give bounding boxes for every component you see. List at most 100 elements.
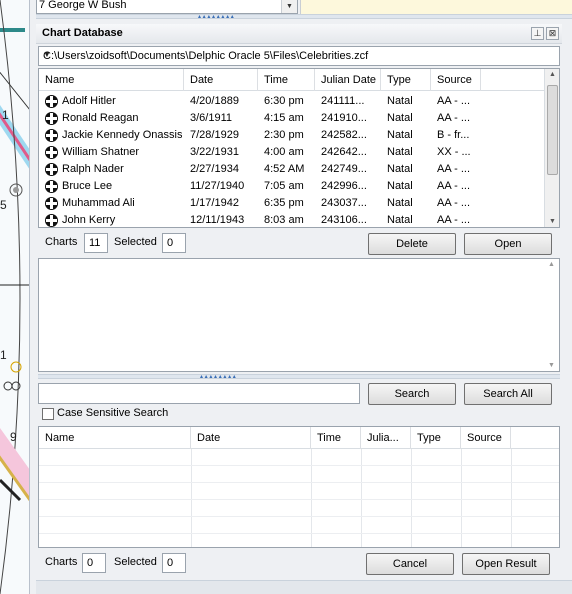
cell-julian: 242642... [321,146,367,158]
case-sensitive-checkbox[interactable] [42,408,54,420]
cell-time: 6:35 pm [264,197,304,209]
cell-time: 6:30 pm [264,95,304,107]
cell-source: AA - ... [437,163,471,175]
column-header-julian-date[interactable]: Julian Date [315,69,381,91]
cell-date: 3/22/1931 [190,146,239,158]
results-table-header: Name Date Time Julia... Type Source [39,427,559,449]
panel-title-bar: Chart Database ⊥ ⊠ [36,24,562,44]
scroll-down-icon[interactable]: ▼ [544,362,559,369]
chevron-down-icon[interactable]: ▼ [281,0,297,13]
search-input[interactable] [38,383,360,404]
cell-julian: 241910... [321,112,367,124]
open-button[interactable]: Open [464,233,552,255]
chevron-down-icon[interactable]: ▼ [43,50,555,59]
cell-date: 12/11/1943 [190,214,245,226]
cell-time: 8:03 am [264,214,304,226]
cell-julian: 243037... [321,197,367,209]
charts-table[interactable]: Name Date Time Julian Date Type Source A… [38,68,560,228]
close-icon[interactable]: ⊠ [546,27,559,40]
column-header-type[interactable]: Type [381,69,431,91]
column-header-time[interactable]: Time [311,427,361,449]
splitter-middle[interactable]: ▴ ▴ ▴ ▴ ▴ ▴ ▴ ▴ [38,374,560,380]
chart-selector-value: 7 George W Bush [39,0,127,11]
column-header-source[interactable]: Source [431,69,481,91]
result-selected-count-value: 0 [162,553,186,573]
splitter-top[interactable]: ▴ ▴ ▴ ▴ ▴ ▴ ▴ ▴ [36,14,572,20]
chart-notes-area[interactable]: ▲ ▼ [38,258,560,372]
natal-chart-icon [45,146,58,159]
cell-julian: 242582... [321,129,367,141]
charts-count-label: Charts [45,236,78,248]
natal-chart-icon [45,197,58,210]
table-row[interactable]: Ralph Nader 2/27/1934 4:52 AM 242749... Nata… [39,161,545,178]
pin-icon[interactable]: ⊥ [531,27,544,40]
cell-source: AA - ... [437,112,471,124]
wheel-house-label: 1 [2,108,9,122]
cell-source: AA - ... [437,197,471,209]
cell-time: 7:05 am [264,180,304,192]
table-row[interactable]: Ronald Reagan 3/6/1911 4:15 am 241910... Nat… [39,110,545,127]
grip-icon: ▴ ▴ ▴ ▴ ▴ ▴ ▴ ▴ [200,374,236,380]
notes-scrollbar[interactable]: ▲ ▼ [544,259,559,371]
cell-type: Natal [387,214,413,226]
chart-selector-dropdown[interactable]: 7 George W Bush ▼ [36,0,298,14]
cell-date: 7/28/1929 [190,129,239,141]
scrollbar-thumb[interactable] [547,85,558,175]
cell-date: 4/20/1889 [190,95,239,107]
table-row[interactable]: William Shatner 3/22/1931 4:00 am 242642...… [39,144,545,161]
chart-wheel-partial[interactable]: 1 5 1 9 [0,0,30,594]
charts-table-scrollbar[interactable]: ▲ ▼ [544,69,559,227]
cell-source: XX - ... [437,146,471,158]
selected-count-label: Selected [114,236,157,248]
cell-date: 3/6/1911 [190,112,233,124]
table-row [39,449,559,466]
file-path-select[interactable]: C:\Users\zoidsoft\Documents\Delphic Orac… [38,46,560,66]
column-header-date[interactable]: Date [184,69,258,91]
search-results-table[interactable]: Name Date Time Julia... Type Source [38,426,560,548]
cell-type: Natal [387,95,413,107]
column-header-type[interactable]: Type [411,427,461,449]
natal-chart-icon [45,180,58,193]
natal-chart-icon [45,129,58,142]
scroll-up-icon[interactable]: ▲ [545,71,559,78]
grip-icon: ▴ ▴ ▴ ▴ ▴ ▴ ▴ ▴ [198,14,234,20]
column-header-time[interactable]: Time [258,69,315,91]
selected-count-value: 0 [162,233,186,253]
natal-chart-icon [45,112,58,125]
cell-date: 11/27/1940 [190,180,245,192]
cell-julian: 241111... [321,95,365,107]
column-header-date[interactable]: Date [191,427,311,449]
table-row[interactable]: John Kerry 12/11/1943 8:03 am 243106... Nata… [39,212,545,227]
column-header-julian-date[interactable]: Julia... [361,427,411,449]
cell-julian: 242996... [321,180,367,192]
wheel-graphic [0,0,29,594]
table-row[interactable]: Muhammad Ali 1/17/1942 6:35 pm 243037... Nat… [39,195,545,212]
cell-date: 2/27/1934 [190,163,239,175]
cell-type: Natal [387,180,413,192]
charts-count-value: 11 [84,233,108,253]
cell-name: Bruce Lee [62,180,113,192]
cell-time: 4:15 am [264,112,304,124]
search-all-button[interactable]: Search All [464,383,552,405]
open-result-button[interactable]: Open Result [462,553,550,575]
cell-name: John Kerry [62,214,116,226]
table-row [39,517,559,534]
scroll-up-icon[interactable]: ▲ [544,261,559,268]
column-header-name[interactable]: Name [39,69,184,91]
table-row[interactable]: Adolf Hitler 4/20/1889 6:30 pm 241111... Nat… [39,93,545,110]
search-button[interactable]: Search [368,383,456,405]
cell-name: Jackie Kennedy Onassis [62,129,182,141]
column-header-name[interactable]: Name [39,427,191,449]
wheel-house-label: 9 [10,430,17,444]
scroll-down-icon[interactable]: ▼ [545,218,559,225]
column-header-source[interactable]: Source [461,427,511,449]
cell-time: 2:30 pm [264,129,304,141]
cancel-button[interactable]: Cancel [366,553,454,575]
natal-chart-icon [45,163,58,176]
cell-date: 1/17/1942 [190,197,239,209]
table-row[interactable]: Bruce Lee 11/27/1940 7:05 am 242996... Natal… [39,178,545,195]
table-row[interactable]: Jackie Kennedy Onassis 7/28/1929 2:30 pm 24… [39,127,545,144]
wheel-house-label: 5 [0,198,7,212]
table-row [39,500,559,517]
delete-button[interactable]: Delete [368,233,456,255]
